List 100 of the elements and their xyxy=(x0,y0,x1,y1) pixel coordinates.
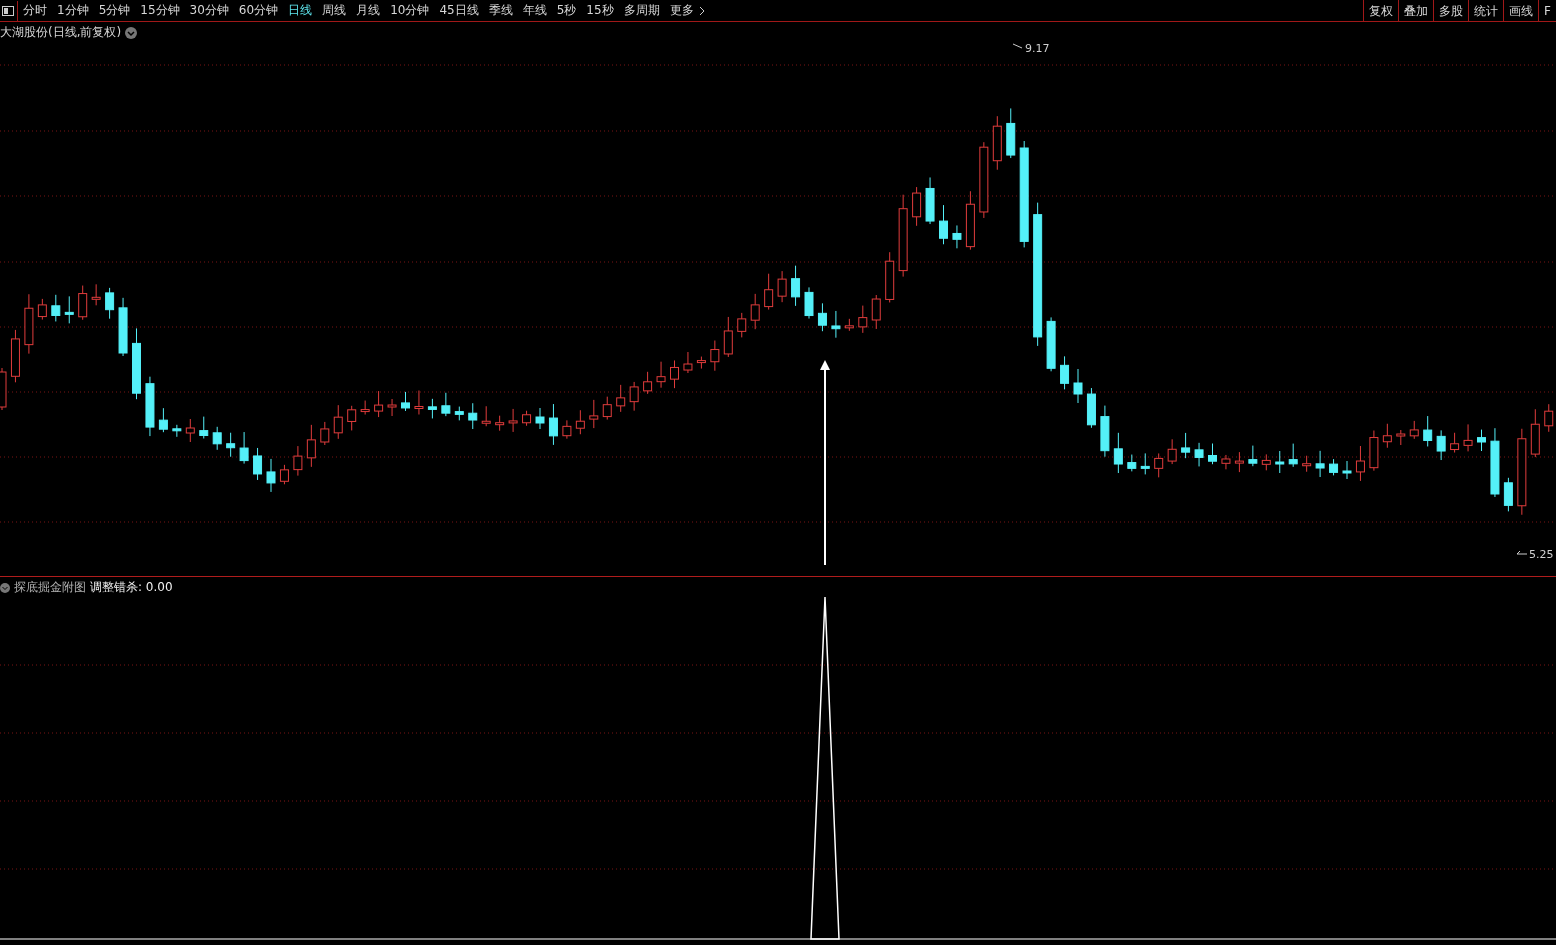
candle xyxy=(696,356,706,370)
period-tab[interactable]: 年线 xyxy=(517,0,552,22)
candle xyxy=(1342,460,1352,480)
candle xyxy=(1477,429,1486,452)
indicator-value: 调整错杀: 0.00 xyxy=(90,579,173,596)
candle xyxy=(51,294,61,322)
candle xyxy=(1181,432,1191,459)
candle xyxy=(871,294,881,330)
candle xyxy=(1329,458,1339,476)
period-tab[interactable]: 5分钟 xyxy=(93,0,136,22)
candle xyxy=(172,424,182,438)
candle xyxy=(1167,438,1177,465)
period-tab[interactable]: 15分钟 xyxy=(135,0,185,22)
candle xyxy=(817,302,827,332)
candle xyxy=(643,371,653,395)
period-tab[interactable]: 季线 xyxy=(483,0,518,22)
candle xyxy=(495,415,505,432)
period-tab[interactable]: 月线 xyxy=(351,0,386,22)
candle xyxy=(723,316,733,358)
candle xyxy=(1194,442,1204,467)
toolbar-button[interactable]: 画线 xyxy=(1503,0,1539,22)
candle xyxy=(239,431,249,465)
candle xyxy=(10,329,20,383)
candle xyxy=(1208,443,1217,465)
candle xyxy=(522,410,532,427)
candle xyxy=(414,390,424,415)
candle xyxy=(535,407,545,430)
collapse-icon[interactable] xyxy=(0,582,10,593)
candle xyxy=(454,406,464,421)
candle xyxy=(212,426,222,451)
candle xyxy=(1275,450,1285,474)
candle xyxy=(683,351,693,374)
candle xyxy=(1154,452,1164,478)
period-tab[interactable]: 45日线 xyxy=(434,0,484,22)
candle xyxy=(710,340,720,372)
candle xyxy=(64,295,74,324)
candle xyxy=(1006,107,1016,159)
candle xyxy=(1463,423,1473,452)
candle xyxy=(105,287,115,320)
candle xyxy=(548,403,558,446)
candle xyxy=(1127,454,1137,472)
toolbar-button[interactable]: 统计 xyxy=(1468,0,1504,22)
period-tab[interactable]: 10分钟 xyxy=(385,0,435,22)
more-button[interactable]: 更多 xyxy=(664,0,699,22)
candle xyxy=(347,405,357,431)
panel-toggle-icon[interactable] xyxy=(0,0,18,21)
toolbar-button[interactable]: 复权 xyxy=(1363,0,1399,22)
candle xyxy=(1100,405,1110,458)
period-tab[interactable]: 15秒 xyxy=(581,0,619,22)
candle xyxy=(616,384,626,413)
candle xyxy=(1113,432,1123,474)
candle xyxy=(293,445,303,477)
candle xyxy=(401,391,410,412)
candle xyxy=(1288,443,1298,468)
candle xyxy=(804,286,814,320)
chevron-right-icon xyxy=(698,5,705,16)
candle xyxy=(360,400,370,416)
period-tab[interactable]: 5秒 xyxy=(551,0,582,22)
candle xyxy=(226,432,236,458)
candle xyxy=(266,458,276,493)
candle xyxy=(750,293,760,330)
leader-line xyxy=(1516,550,1528,555)
toolbar-button[interactable]: 多股 xyxy=(1433,0,1469,22)
period-tab[interactable]: 日线 xyxy=(283,0,318,22)
period-tab[interactable]: 周线 xyxy=(317,0,352,22)
candle xyxy=(145,376,155,437)
high-price-label: 9.17 xyxy=(1025,42,1050,55)
period-tab[interactable]: 30分钟 xyxy=(184,0,234,22)
candle xyxy=(481,405,491,427)
candle xyxy=(374,390,384,418)
toolbar-button[interactable]: F xyxy=(1538,0,1556,22)
indicator-name: 探底掘金附图 xyxy=(14,579,86,596)
candle xyxy=(1503,477,1513,512)
candle xyxy=(1302,455,1312,473)
arrow-icon xyxy=(820,360,830,566)
candle xyxy=(185,418,195,443)
candle xyxy=(158,407,168,433)
candle xyxy=(939,204,948,245)
dropdown-icon[interactable] xyxy=(125,26,138,39)
period-tab[interactable]: 多周期 xyxy=(618,0,665,22)
candle xyxy=(885,251,895,303)
period-tab[interactable]: 分时 xyxy=(18,0,52,22)
candle xyxy=(1315,450,1325,478)
candle xyxy=(253,447,263,481)
candle xyxy=(858,305,868,334)
period-tab[interactable]: 60分钟 xyxy=(233,0,284,22)
candle xyxy=(912,186,922,227)
candle xyxy=(1396,429,1406,446)
candle xyxy=(306,424,316,468)
candle xyxy=(468,402,478,430)
toolbar-button[interactable]: 叠加 xyxy=(1398,0,1434,22)
candle xyxy=(427,398,437,419)
candle xyxy=(279,464,289,485)
candle xyxy=(1221,454,1231,470)
period-tab[interactable]: 1分钟 xyxy=(52,0,94,22)
candle xyxy=(387,398,397,417)
candle xyxy=(1046,316,1056,372)
candle xyxy=(562,419,572,440)
candle xyxy=(992,115,1002,171)
candle xyxy=(441,392,451,417)
